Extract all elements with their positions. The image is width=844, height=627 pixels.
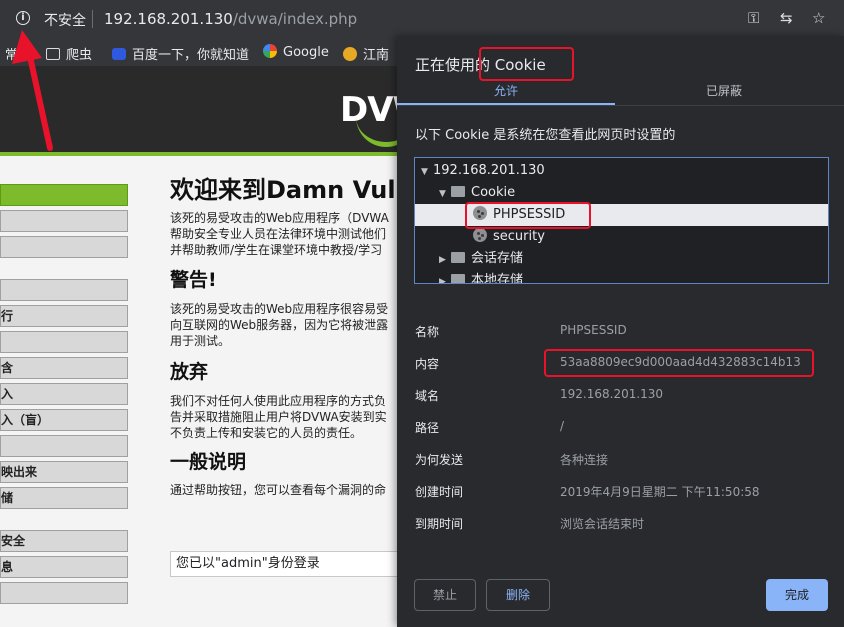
annotation-arrow-icon bbox=[12, 30, 53, 151]
